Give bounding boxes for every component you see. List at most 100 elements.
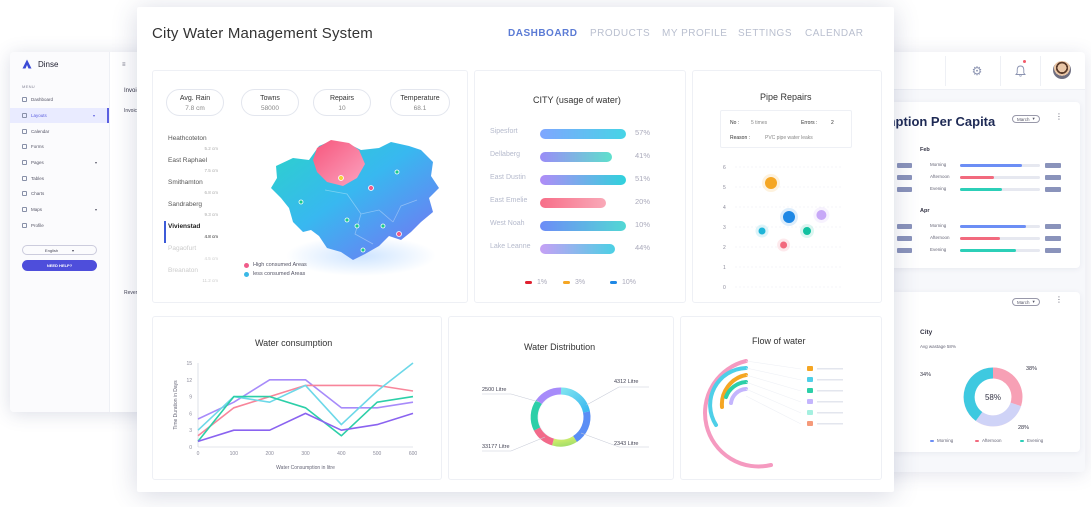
legend-swatch bbox=[244, 271, 249, 277]
stat-label: Repairs bbox=[329, 95, 355, 102]
settings-gear-icon[interactable]: ⚙ bbox=[966, 60, 988, 82]
nav-settings[interactable]: SETTINGS bbox=[738, 28, 792, 39]
map-pin[interactable] bbox=[368, 185, 374, 191]
legend-label: High consumed Areas bbox=[253, 262, 307, 268]
row-tag bbox=[897, 224, 912, 229]
month-select[interactable]: March ▾ bbox=[1012, 298, 1040, 306]
legend-swatch bbox=[525, 280, 532, 285]
usage-bar bbox=[540, 152, 612, 162]
line-series bbox=[197, 362, 414, 431]
pct-left-label: 34% bbox=[920, 372, 932, 378]
more-options-icon[interactable]: ⋮ bbox=[1055, 112, 1063, 121]
sidebar-item-layouts[interactable]: Layouts ▾ bbox=[10, 107, 109, 124]
sidebar-item-pages[interactable]: Pages ▾ bbox=[10, 155, 109, 171]
sidebar-item-maps[interactable]: Maps ▾ bbox=[10, 202, 109, 218]
city-list-item[interactable]: Smithamton 6.8 cm bbox=[168, 179, 218, 195]
sidebar-item-calendar[interactable]: Calendar bbox=[10, 123, 109, 139]
progress-fill bbox=[960, 249, 1016, 252]
y-tick-label: 3 bbox=[723, 225, 726, 231]
row-tag bbox=[897, 236, 912, 241]
pipe-repairs-scatter-chart: 6 5 4 3 2 1 0 bbox=[723, 165, 843, 291]
no-value: 5 times bbox=[751, 120, 768, 126]
usage-percent: 20% bbox=[635, 197, 651, 206]
donut-segment bbox=[560, 387, 590, 413]
reason-value: PVC pipe water leaks bbox=[765, 135, 813, 141]
brand-logo-icon bbox=[22, 59, 32, 69]
usage-percent: 51% bbox=[635, 174, 651, 183]
nav-calendar[interactable]: CALENDAR bbox=[805, 28, 863, 39]
row-tag bbox=[897, 248, 912, 253]
notification-bell-icon[interactable] bbox=[1009, 60, 1031, 82]
x-tick-label: 600 bbox=[409, 451, 418, 457]
usage-city-name: Sipesfort bbox=[490, 128, 518, 135]
nav-dashboard[interactable]: DASHBOARD bbox=[508, 28, 578, 39]
need-help-button[interactable]: NEED HELP? bbox=[22, 260, 97, 272]
city-list-item[interactable]: Breanaton 11.2 cm bbox=[168, 267, 218, 283]
legend-swatch bbox=[563, 280, 570, 285]
period-label: Afternoon bbox=[930, 174, 950, 179]
usage-legend-item: 3% bbox=[563, 279, 585, 286]
map-pin[interactable] bbox=[394, 169, 400, 175]
legend-swatch bbox=[930, 439, 934, 442]
pct-bottom-label: 28% bbox=[1018, 425, 1030, 431]
city-list-item[interactable]: Vivienstad 4.8 cm bbox=[168, 223, 218, 239]
city-list-item[interactable]: Sandraberg 9.3 cm bbox=[168, 201, 218, 217]
city-name: Smithamton bbox=[168, 179, 203, 186]
scatter-point bbox=[765, 177, 777, 189]
city-list-item[interactable]: East Raphael 7.5 cm bbox=[168, 157, 218, 173]
sidebar-item-forms[interactable]: Forms bbox=[10, 139, 109, 155]
map-pin[interactable] bbox=[354, 223, 360, 229]
errors-value: 2 bbox=[831, 120, 834, 126]
nav-my-profile[interactable]: MY PROFILE bbox=[662, 28, 727, 39]
region-map[interactable] bbox=[261, 136, 446, 276]
profile-icon bbox=[22, 222, 27, 228]
progress-track bbox=[960, 176, 1040, 179]
hamburger-menu-icon[interactable]: ≡ bbox=[122, 62, 126, 68]
map-pin[interactable] bbox=[396, 231, 402, 237]
period-row: Morning bbox=[890, 162, 1080, 170]
map-pin[interactable] bbox=[338, 175, 344, 181]
flow-legend-swatch bbox=[807, 388, 813, 393]
sidebar-item-profile[interactable]: Profile bbox=[10, 218, 109, 234]
progress-track bbox=[960, 225, 1040, 228]
period-row: Afternoon bbox=[890, 235, 1080, 243]
progress-fill bbox=[960, 237, 1000, 240]
nav-products[interactable]: PRODUCTS bbox=[590, 28, 650, 39]
sidebar-item-charts[interactable]: Charts bbox=[10, 186, 109, 202]
city-list-item[interactable]: Heathcoteton 5.2 cm bbox=[168, 135, 218, 151]
dashboard-icon bbox=[22, 97, 27, 103]
distribution-title: Water Distribution bbox=[524, 342, 596, 352]
sidebar-item-dashboard[interactable]: Dashboard bbox=[10, 92, 109, 108]
period-label: Evening bbox=[930, 247, 947, 252]
row-tag bbox=[897, 175, 912, 180]
donut-segment bbox=[533, 427, 555, 446]
sidebar-item-tables[interactable]: Tables bbox=[10, 170, 109, 186]
map-pin[interactable] bbox=[298, 199, 304, 205]
y-tick-label: 9 bbox=[189, 395, 192, 401]
scatter-point bbox=[780, 241, 788, 249]
map-pin[interactable] bbox=[344, 217, 350, 223]
map-pin[interactable] bbox=[380, 223, 386, 229]
city-subtitle: Avg wastage 58% bbox=[920, 344, 956, 349]
city-rain-value: 5.2 cm bbox=[204, 146, 218, 151]
legend-label: Evening bbox=[1027, 438, 1044, 443]
city-rain-value: 4.5 cm bbox=[204, 256, 218, 261]
period-row: Evening bbox=[890, 247, 1080, 255]
x-tick-label: 100 bbox=[230, 451, 239, 457]
screenshot-stage: Dinse MENU Dashboard Layouts ▾ Calendar Form… bbox=[0, 0, 1091, 507]
period-row: Evening bbox=[890, 186, 1080, 194]
more-options-icon[interactable]: ⋮ bbox=[1055, 295, 1063, 304]
y-tick-label: 15 bbox=[186, 361, 192, 367]
progress-track bbox=[960, 249, 1040, 252]
language-select[interactable]: English ▾ bbox=[22, 245, 97, 256]
city-list-item[interactable]: Pagaofurt 4.5 cm bbox=[168, 245, 218, 261]
usage-row: Lake Leanne 44% bbox=[475, 242, 683, 256]
month-select[interactable]: March ▾ bbox=[1012, 115, 1040, 123]
water-distribution-card: Water Distribution 2500 Litre 4312 Litre… bbox=[448, 316, 674, 480]
map-pin[interactable] bbox=[360, 247, 366, 253]
stat-label: Towns bbox=[260, 95, 280, 102]
divider bbox=[945, 56, 946, 86]
brand[interactable]: Dinse bbox=[10, 52, 109, 76]
flow-legend-text-bar bbox=[817, 379, 843, 381]
user-avatar[interactable] bbox=[1053, 61, 1071, 79]
